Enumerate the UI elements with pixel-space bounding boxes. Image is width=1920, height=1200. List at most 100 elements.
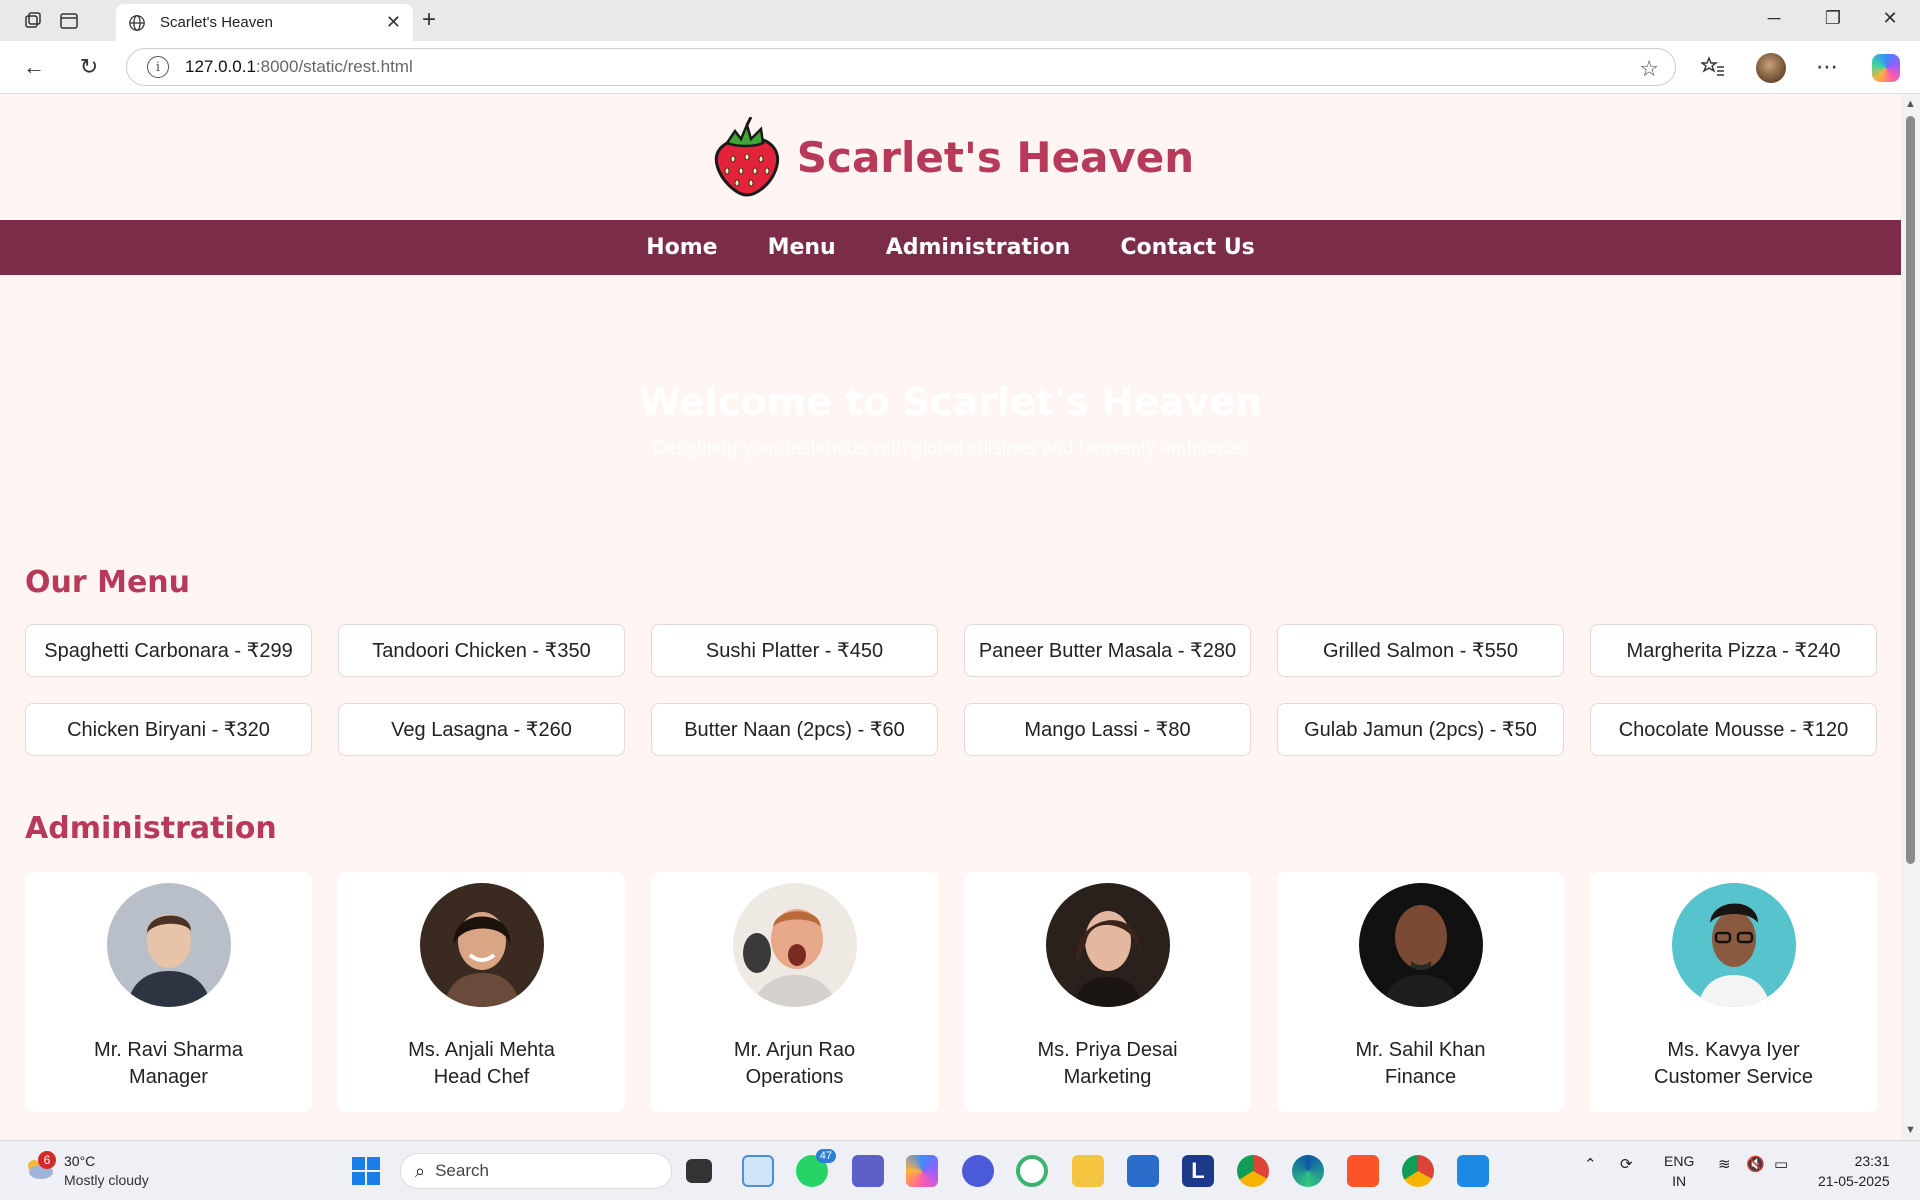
- site-info-icon[interactable]: i: [147, 56, 169, 78]
- camu-app-icon[interactable]: [742, 1155, 774, 1187]
- sync-app-icon[interactable]: [1016, 1155, 1048, 1187]
- menu-item[interactable]: Butter Naan (2pcs) - ₹60: [651, 703, 938, 756]
- menu-item[interactable]: Chocolate Mousse - ₹120: [1590, 703, 1877, 756]
- staff-name: Ms. Kavya Iyer: [1667, 1039, 1800, 1061]
- copilot-icon[interactable]: [1872, 54, 1900, 82]
- language-indicator[interactable]: ENG IN: [1664, 1151, 1694, 1191]
- nav-home[interactable]: Home: [646, 235, 717, 260]
- site-brand-title: Scarlet's Heaven: [796, 132, 1195, 182]
- menu-item[interactable]: Mango Lassi - ₹80: [964, 703, 1251, 756]
- nav-administration[interactable]: Administration: [886, 235, 1071, 260]
- profile-avatar[interactable]: [1756, 53, 1786, 83]
- staff-photo: [732, 883, 857, 1007]
- menu-item[interactable]: Gulab Jamun (2pcs) - ₹50: [1277, 703, 1564, 756]
- close-window-icon[interactable]: ✕: [1870, 8, 1910, 29]
- back-arrow-icon[interactable]: ←: [20, 53, 48, 81]
- battery-icon[interactable]: ▭: [1774, 1155, 1788, 1173]
- copilot-app-icon[interactable]: [906, 1155, 938, 1187]
- menu-item[interactable]: Sushi Platter - ₹450: [651, 624, 938, 677]
- staff-photo: [419, 883, 544, 1007]
- nav-menu[interactable]: Menu: [768, 235, 836, 260]
- hero-section: Welcome to Scarlet's Heaven Delighting y…: [0, 275, 1901, 565]
- weather-condition: Mostly cloudy: [64, 1172, 149, 1188]
- region-code: IN: [1672, 1173, 1687, 1189]
- scroll-up-icon[interactable]: ▲: [1905, 98, 1916, 110]
- scrollbar-thumb[interactable]: [1906, 116, 1915, 864]
- menu-grid: Spaghetti Carbonara - ₹299 Tandoori Chic…: [25, 624, 1901, 756]
- brave-icon[interactable]: [1347, 1155, 1379, 1187]
- weather-widget[interactable]: 6 30°C Mostly cloudy: [20, 1151, 170, 1191]
- tab-title: Scarlet's Heaven: [160, 14, 273, 31]
- strawberry-logo-icon: [714, 117, 779, 197]
- close-tab-icon[interactable]: ✕: [386, 12, 401, 33]
- refresh-icon[interactable]: ↻: [75, 53, 103, 81]
- windows-start-icon[interactable]: [352, 1157, 380, 1185]
- wifi-icon[interactable]: ≋: [1718, 1155, 1731, 1173]
- menu-item[interactable]: Paneer Butter Masala - ₹280: [964, 624, 1251, 677]
- staff-name: Ms. Priya Desai: [1037, 1039, 1178, 1061]
- whatsapp-badge: 47: [815, 1149, 836, 1163]
- system-clock[interactable]: 23:31 21-05-2025: [1818, 1151, 1890, 1191]
- staff-role: Customer Service: [1654, 1066, 1813, 1088]
- speaker-muted-icon[interactable]: 🔇: [1746, 1155, 1765, 1173]
- sync-status-icon[interactable]: ⟳: [1620, 1155, 1633, 1173]
- staff-role: Manager: [129, 1066, 208, 1088]
- edge-icon[interactable]: [1292, 1155, 1324, 1187]
- admin-section-title: Administration: [25, 811, 277, 846]
- favorites-icon[interactable]: [1699, 53, 1727, 81]
- favorite-star-icon[interactable]: ☆: [1639, 56, 1659, 82]
- site-header: Scarlet's Heaven: [0, 94, 1901, 220]
- staff-card: Mr. Sahil Khan Finance: [1277, 872, 1564, 1112]
- new-tab-icon[interactable]: +: [422, 8, 436, 32]
- file-explorer-icon[interactable]: [1072, 1155, 1104, 1187]
- staff-photo: [1358, 883, 1483, 1007]
- weather-alert-badge: 6: [38, 1151, 56, 1169]
- search-placeholder: Search: [435, 1161, 489, 1180]
- menu-item[interactable]: Margherita Pizza - ₹240: [1590, 624, 1877, 677]
- search-icon: ⌕: [415, 1160, 426, 1181]
- testbook-app-icon[interactable]: [962, 1155, 994, 1187]
- staff-photo: [106, 883, 231, 1007]
- taskbar-search[interactable]: ⌕ Search: [400, 1153, 672, 1189]
- hero-title: Welcome to Scarlet's Heaven: [638, 380, 1263, 424]
- whatsapp-icon[interactable]: 47: [796, 1149, 836, 1187]
- web-page: Scarlet's Heaven Home Menu Administratio…: [0, 94, 1901, 1140]
- address-bar[interactable]: i 127.0.0.1:8000/static/rest.html ☆: [126, 48, 1676, 86]
- menu-item[interactable]: Tandoori Chicken - ₹350: [338, 624, 625, 677]
- staff-grid: Mr. Ravi Sharma Manager Ms. Anjali Mehta…: [25, 872, 1901, 1112]
- staff-photo: [1671, 883, 1796, 1007]
- menu-item[interactable]: Chicken Biryani - ₹320: [25, 703, 312, 756]
- microsoft-store-icon[interactable]: [1127, 1155, 1159, 1187]
- menu-item[interactable]: Spaghetti Carbonara - ₹299: [25, 624, 312, 677]
- staff-name: Mr. Arjun Rao: [733, 1039, 856, 1061]
- task-view-icon[interactable]: [686, 1159, 712, 1183]
- chrome-icon[interactable]: [1237, 1155, 1269, 1187]
- minimize-icon[interactable]: ─: [1754, 8, 1794, 29]
- temperature: 30°C: [64, 1153, 96, 1169]
- windows-taskbar: 6 30°C Mostly cloudy ⌕ Search 47 L ⌃ ⟳ E…: [0, 1140, 1920, 1200]
- staff-name: Ms. Anjali Mehta: [408, 1039, 555, 1061]
- l-app-icon[interactable]: L: [1182, 1155, 1214, 1187]
- workspaces-icon[interactable]: [20, 8, 46, 34]
- tab-actions-icon[interactable]: [56, 8, 82, 34]
- scroll-down-icon[interactable]: ▼: [1905, 1124, 1916, 1136]
- date: 21-05-2025: [1818, 1173, 1890, 1189]
- nav-contact-us[interactable]: Contact Us: [1120, 235, 1254, 260]
- show-hidden-icons-icon[interactable]: ⌃: [1584, 1155, 1597, 1173]
- staff-role: Head Chef: [433, 1066, 530, 1088]
- active-tab[interactable]: Scarlet's Heaven ✕: [116, 4, 413, 41]
- staff-name: Mr. Ravi Sharma: [94, 1039, 243, 1061]
- teams-icon[interactable]: [852, 1155, 884, 1187]
- staff-role: Marketing: [1063, 1066, 1152, 1088]
- chrome-profile-icon[interactable]: [1402, 1155, 1434, 1187]
- page-scrollbar[interactable]: ▲ ▼: [1901, 94, 1920, 1140]
- menu-item[interactable]: Grilled Salmon - ₹550: [1277, 624, 1564, 677]
- url-path: :8000/static/rest.html: [255, 57, 413, 76]
- restore-icon[interactable]: ❐: [1813, 8, 1853, 29]
- more-options-icon[interactable]: ⋯: [1813, 53, 1841, 81]
- staff-role: Operations: [745, 1066, 844, 1088]
- staff-photo: [1045, 883, 1170, 1007]
- vscode-icon[interactable]: [1457, 1155, 1489, 1187]
- menu-item[interactable]: Veg Lasagna - ₹260: [338, 703, 625, 756]
- staff-role: Finance: [1384, 1066, 1457, 1088]
